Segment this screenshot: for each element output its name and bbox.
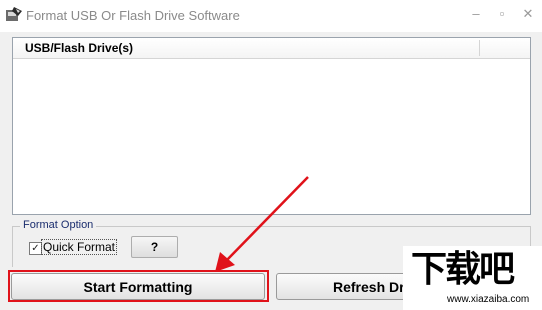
quick-format-label[interactable]: Quick Format bbox=[41, 239, 118, 255]
minimize-button[interactable]: – bbox=[466, 6, 486, 21]
help-button[interactable]: ? bbox=[131, 236, 178, 258]
watermark: 下载吧 www.xiazaiba.com bbox=[403, 246, 542, 310]
maximize-button[interactable]: ▫ bbox=[492, 6, 512, 21]
highlight-box bbox=[8, 270, 269, 302]
window-title: Format USB Or Flash Drive Software bbox=[26, 8, 240, 23]
title-bar: Format USB Or Flash Drive Software – ▫ ✕ bbox=[0, 0, 542, 32]
column-header-drives[interactable]: USB/Flash Drive(s) bbox=[25, 41, 133, 55]
list-header: USB/Flash Drive(s) bbox=[13, 38, 530, 59]
watermark-logo: 下载吧 bbox=[411, 249, 515, 290]
column-separator[interactable] bbox=[479, 40, 480, 56]
drive-list[interactable]: USB/Flash Drive(s) bbox=[12, 37, 531, 215]
watermark-url: www.xiazaiba.com bbox=[447, 294, 530, 305]
format-option-label: Format Option bbox=[20, 219, 97, 231]
usb-app-icon bbox=[6, 7, 22, 21]
close-button[interactable]: ✕ bbox=[518, 6, 538, 22]
